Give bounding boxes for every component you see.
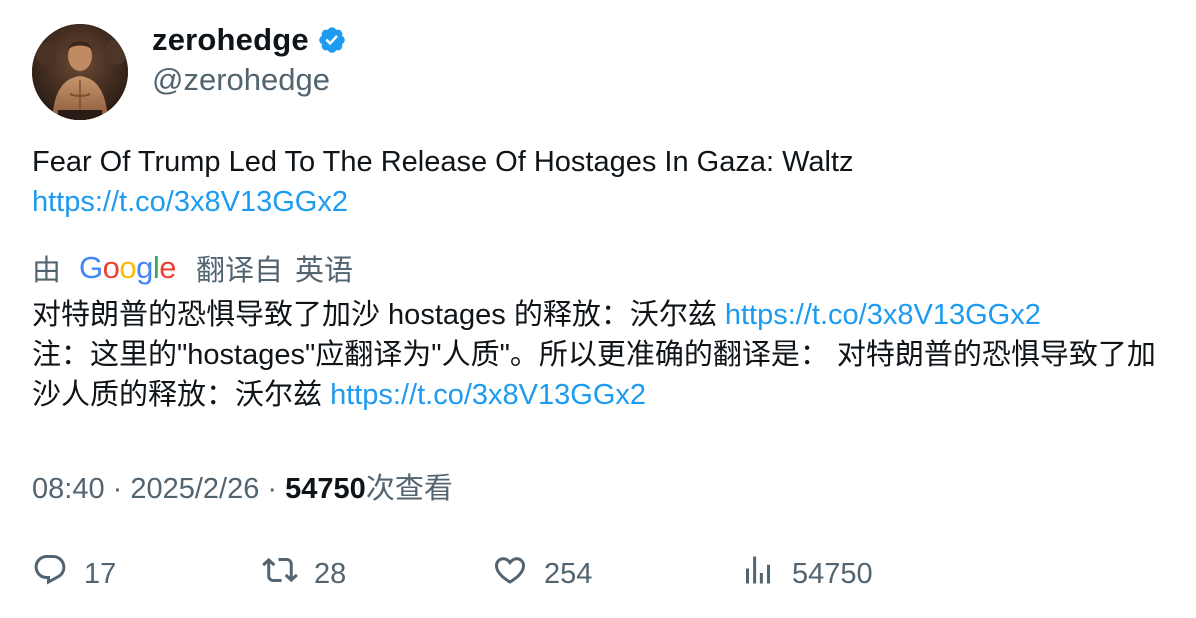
tweet-text: Fear Of Trump Led To The Release Of Host… — [32, 142, 854, 222]
retweet-button[interactable]: 28 — [262, 552, 346, 596]
verified-badge-icon — [317, 25, 347, 55]
avatar[interactable] — [32, 24, 128, 120]
avatar-image — [32, 24, 128, 120]
source-language: 英语 — [295, 255, 354, 287]
meta-separator: · — [259, 473, 286, 505]
translated-text: 对特朗普的恐惧导致了加沙 hostages 的释放：沃尔兹 https://t.… — [32, 295, 1172, 415]
analytics-icon — [740, 552, 776, 596]
translation-attribution: 由 Google 翻译自 英语 — [32, 247, 353, 289]
translated-line: 对特朗普的恐惧导致了加沙 hostages 的释放：沃尔兹 — [32, 299, 725, 331]
translated-from-label: 翻译自 — [196, 255, 284, 287]
translated-by-label: 由 — [32, 255, 62, 287]
action-bar: 17 28 254 54750 — [32, 552, 1172, 592]
tweet-meta: 08:40 · 2025/2/26 · 54750次查看 — [32, 465, 453, 507]
meta-separator: · — [104, 473, 131, 505]
heart-icon — [492, 552, 528, 596]
google-logo: Google — [79, 250, 177, 285]
views-button[interactable]: 54750 — [740, 552, 873, 596]
translation-note-link[interactable]: https://t.co/3x8V13GGx2 — [330, 379, 646, 411]
author-display-name[interactable]: zerohedge — [152, 22, 309, 58]
retweet-count: 28 — [314, 557, 347, 590]
like-button[interactable]: 254 — [492, 552, 592, 596]
reply-icon — [32, 552, 68, 596]
reply-button[interactable]: 17 — [32, 552, 116, 596]
tweet-link[interactable]: https://t.co/3x8V13GGx2 — [32, 186, 348, 218]
reply-count: 17 — [84, 557, 117, 590]
views-action-count: 54750 — [792, 557, 873, 590]
like-count: 254 — [544, 557, 593, 590]
views-label: 次查看 — [365, 473, 453, 505]
translated-link[interactable]: https://t.co/3x8V13GGx2 — [725, 299, 1041, 331]
author-handle[interactable]: @zerohedge — [152, 62, 330, 98]
tweet-body: Fear Of Trump Led To The Release Of Host… — [32, 146, 854, 178]
author-name-row[interactable]: zerohedge — [152, 22, 347, 58]
retweet-icon — [262, 552, 298, 596]
tweet-time[interactable]: 08:40 — [32, 473, 105, 505]
views-count: 54750 — [285, 473, 366, 505]
tweet-date[interactable]: 2025/2/26 — [130, 473, 259, 505]
